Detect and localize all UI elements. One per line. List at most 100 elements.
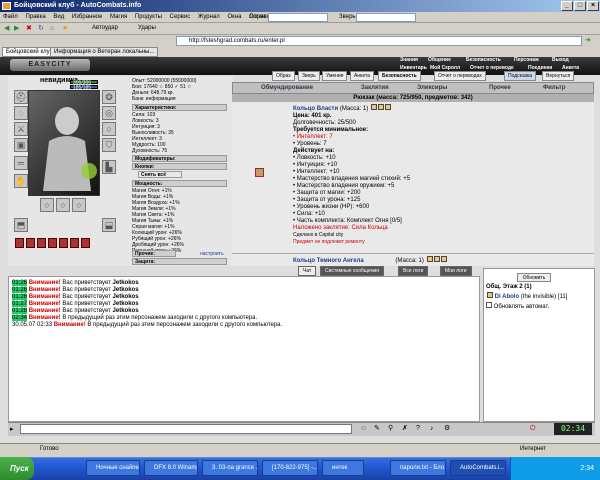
start-button[interactable]: Пуск [0,457,34,480]
online-user-name[interactable]: Di Abolo [495,294,519,300]
bank-value[interactable]: Банк: информация [132,96,196,102]
tab-my-logs[interactable]: Мои логи [440,266,472,276]
browser-tab-info[interactable]: Информация о Ветеран локальны... [50,47,159,57]
ring-slot-icon[interactable]: ○ [102,122,116,136]
tab-system[interactable]: Системные сообщения [320,266,384,276]
drop-icon[interactable] [377,104,384,110]
tab-all-logs[interactable]: Все логи [398,266,429,276]
scroll-icon[interactable] [70,238,79,248]
forward-icon[interactable]: ▶ [14,25,19,33]
category-equipment[interactable]: Обмундирование [261,85,313,91]
tab-hint[interactable]: Подсказка [504,71,537,81]
filter-icon[interactable]: ⚲ [388,425,393,433]
exit-icon[interactable]: ⏻ [530,425,536,433]
menu-file[interactable]: Файл [0,12,21,22]
help-icon[interactable]: ? [416,425,420,433]
weapon-slot-icon[interactable]: ⚔ [14,122,28,136]
go-icon[interactable]: ➜ [585,37,591,45]
tab-profile[interactable]: Анкета [350,71,374,81]
sell-icon[interactable] [384,104,391,110]
task-snipers[interactable]: Ночные снайперы [86,460,140,476]
url-input[interactable]: http://fsteshgrad.combats.ru/enter.pl [176,36,582,46]
category-filter[interactable]: Фильтр [543,85,565,91]
nav-character[interactable]: Персонаж [514,57,539,63]
refresh-icon[interactable]: ↻ [38,25,44,33]
task-grance[interactable]: 3. 03-na grance ... [202,460,258,476]
item2-name[interactable]: Кольцо Темного Ангела [293,258,364,264]
task-icq[interactable]: [170-822-975] -... [262,460,318,476]
necklace-slot-icon[interactable]: ◎ [102,106,116,120]
menu-edit[interactable]: Правка [22,12,48,22]
shield-slot-icon[interactable]: ⛉ [102,138,116,152]
home-icon[interactable]: ⌂ [50,25,54,33]
drop-icon[interactable] [433,256,440,262]
category-other[interactable]: Прочее [489,85,511,91]
chat-input[interactable] [20,424,352,434]
tab-return[interactable]: Вернуться [542,71,575,81]
autofill-button[interactable]: Автоудар [92,25,118,31]
category-elixirs[interactable]: Эликсиры [417,85,447,91]
earrings-slot-icon[interactable]: ❂ [102,90,116,104]
task-passwords[interactable]: пароли.txt - Бло... [390,460,446,476]
ring2-slot-icon[interactable]: ○ [56,198,70,212]
belt-slot-icon[interactable]: ═ [14,156,28,170]
wear-icon[interactable] [370,104,377,110]
tab-chat[interactable]: Чат [298,266,317,276]
scroll-icon[interactable] [48,238,57,248]
bracer-slot-icon[interactable]: ⬒ [14,218,28,232]
item-name[interactable]: Кольцо Власти [293,106,338,112]
tab-image[interactable]: Образ [272,71,295,81]
misc-header[interactable]: Прочие: [132,250,176,257]
stop-icon[interactable]: ✖ [26,25,32,33]
wear-icon[interactable] [426,256,433,262]
tab-security[interactable]: Безопасность [378,71,421,81]
refresh-button[interactable]: Обновить [517,273,551,282]
settings-icon[interactable]: ⚙ [444,425,450,433]
chat-arrow-icon[interactable]: ▸ [10,426,14,434]
ring-item-icon[interactable] [255,168,264,177]
settings-link[interactable]: настроить [200,251,224,257]
scroll-icon[interactable] [59,238,68,248]
nav-security[interactable]: Безопасность [466,57,501,63]
remove-all-button[interactable]: Снять всё [138,171,182,178]
menu-products[interactable]: Продукты [132,12,165,22]
potion-icon[interactable] [37,238,46,248]
boots-slot-icon[interactable]: ▙ [102,160,116,174]
site-logo[interactable]: EASYCITY [10,59,90,71]
smile-icon[interactable]: ☺ [360,425,367,433]
helmet-slot-icon[interactable]: ⛑ [14,90,28,104]
close-button[interactable]: × [587,1,599,11]
translit-icon[interactable]: ✎ [374,425,380,433]
maximize-button[interactable]: □ [574,1,586,11]
gloves-slot-icon[interactable]: ✋ [14,174,28,188]
task-winamp[interactable]: DFX 8.0 Winamp [144,460,198,476]
mastery-header[interactable]: Мощность: [132,180,227,187]
menu-journal[interactable]: Журнал [195,12,223,22]
tab-transfers[interactable]: Отчет о переводах [434,71,486,81]
amulet-slot-icon[interactable]: ◌ [14,106,28,120]
nav-exit[interactable]: Выход [552,57,569,63]
animal-input[interactable] [356,13,416,22]
menu-view[interactable]: Вид [50,12,67,22]
menu-service[interactable]: Сервис [167,12,194,22]
ring3-slot-icon[interactable]: ○ [72,198,86,212]
scroll-icon[interactable] [81,238,90,248]
auto-refresh-checkbox[interactable] [486,302,492,308]
clear-icon[interactable]: ✗ [402,425,408,433]
category-spells[interactable]: Заклятия [361,85,389,91]
potion-icon[interactable] [15,238,24,248]
sell-icon[interactable] [440,256,447,262]
back-icon[interactable]: ◀ [4,25,9,33]
nav-chat[interactable]: Общение [428,57,451,63]
task-autocombats[interactable]: AutoCombats.i... [450,460,506,476]
task-intek[interactable]: интек [322,460,364,476]
login-input[interactable] [268,13,328,22]
browser-tab-club[interactable]: Бойцовский клуб [2,47,58,57]
potion-icon[interactable] [26,238,35,248]
menu-windows[interactable]: Окна [224,12,244,22]
armor-slot-icon[interactable]: ▣ [14,138,28,152]
protection-header[interactable]: Защита: [132,258,227,265]
nav-knowledge[interactable]: Знания [400,57,418,63]
ring1-slot-icon[interactable]: ○ [40,198,54,212]
leggings-slot-icon[interactable]: ⬓ [102,218,116,232]
